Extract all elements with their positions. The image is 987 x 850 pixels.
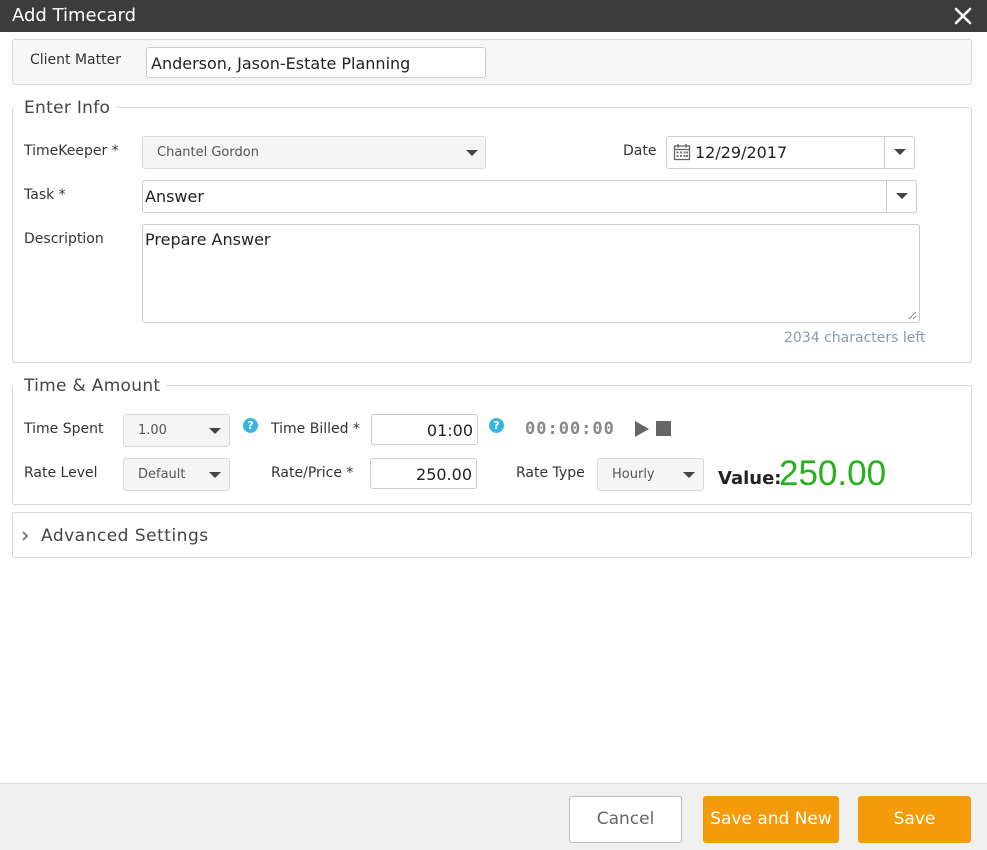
date-input[interactable]: 12/29/2017: [666, 136, 915, 169]
time-spent-select[interactable]: 1.00: [123, 414, 230, 447]
rate-type-select[interactable]: Hourly: [597, 458, 704, 491]
help-icon[interactable]: ?: [243, 418, 258, 433]
time-spent-label: Time Spent: [24, 421, 104, 437]
dialog-titlebar: Add Timecard: [0, 0, 987, 32]
rate-type-label: Rate Type: [516, 465, 585, 481]
value-amount: 250.00: [779, 454, 887, 493]
task-dropdown-button[interactable]: [886, 181, 916, 212]
description-textarea[interactable]: Prepare Answer: [142, 224, 920, 323]
chevron-right-icon: [22, 531, 29, 541]
advanced-settings-label: Advanced Settings: [41, 526, 209, 546]
calendar-icon[interactable]: [673, 143, 691, 161]
play-icon[interactable]: [634, 421, 650, 437]
chevron-down-icon: [894, 149, 906, 155]
task-label: Task *: [24, 187, 66, 203]
close-icon[interactable]: [951, 4, 975, 28]
client-matter-label: Client Matter: [30, 52, 121, 68]
dialog-footer: Cancel Save and New Save: [0, 783, 987, 850]
time-billed-value: 01:00: [426, 421, 473, 440]
client-matter-input[interactable]: Anderson, Jason-Estate Planning: [146, 47, 486, 78]
date-dropdown-button[interactable]: [884, 137, 914, 168]
advanced-settings-panel[interactable]: Advanced Settings: [12, 512, 972, 558]
cancel-button[interactable]: Cancel: [569, 796, 682, 843]
save-and-new-button[interactable]: Save and New: [703, 796, 839, 843]
rate-level-select[interactable]: Default: [123, 458, 230, 491]
rate-level-value: Default: [138, 467, 186, 482]
time-billed-label: Time Billed *: [271, 421, 360, 437]
dialog-title: Add Timecard: [12, 5, 137, 26]
date-label: Date: [623, 143, 657, 159]
timekeeper-label: TimeKeeper *: [24, 143, 119, 159]
rate-price-input[interactable]: 250.00: [370, 458, 477, 489]
timekeeper-value: Chantel Gordon: [157, 145, 259, 160]
timekeeper-select[interactable]: Chantel Gordon: [142, 136, 486, 169]
rate-type-value: Hourly: [612, 467, 655, 482]
description-value: Prepare Answer: [145, 230, 271, 249]
stop-icon[interactable]: [656, 421, 671, 436]
task-value: Answer: [145, 187, 204, 206]
chevron-down-icon: [466, 150, 478, 156]
save-button[interactable]: Save: [858, 796, 971, 843]
chevron-down-icon: [209, 428, 221, 434]
chevron-down-icon: [683, 472, 695, 478]
characters-left: 2034 characters left: [784, 330, 926, 346]
chevron-down-icon: [896, 193, 908, 199]
rate-price-value: 250.00: [416, 465, 472, 484]
description-label: Description: [24, 231, 104, 247]
value-label: Value:: [718, 468, 782, 489]
rate-price-label: Rate/Price *: [271, 465, 354, 481]
timer-display: 00:00:00: [525, 419, 615, 439]
time-spent-value: 1.00: [138, 423, 167, 438]
client-matter-value: Anderson, Jason-Estate Planning: [151, 54, 411, 73]
task-input[interactable]: Answer: [142, 180, 917, 213]
time-amount-legend: Time & Amount: [14, 376, 167, 396]
chevron-down-icon: [209, 472, 221, 478]
rate-level-label: Rate Level: [24, 465, 98, 481]
help-icon[interactable]: ?: [489, 418, 504, 433]
time-billed-input[interactable]: 01:00: [371, 414, 478, 445]
enter-info-legend: Enter Info: [14, 98, 117, 118]
resize-handle-icon[interactable]: [907, 310, 917, 320]
date-value: 12/29/2017: [695, 143, 788, 162]
